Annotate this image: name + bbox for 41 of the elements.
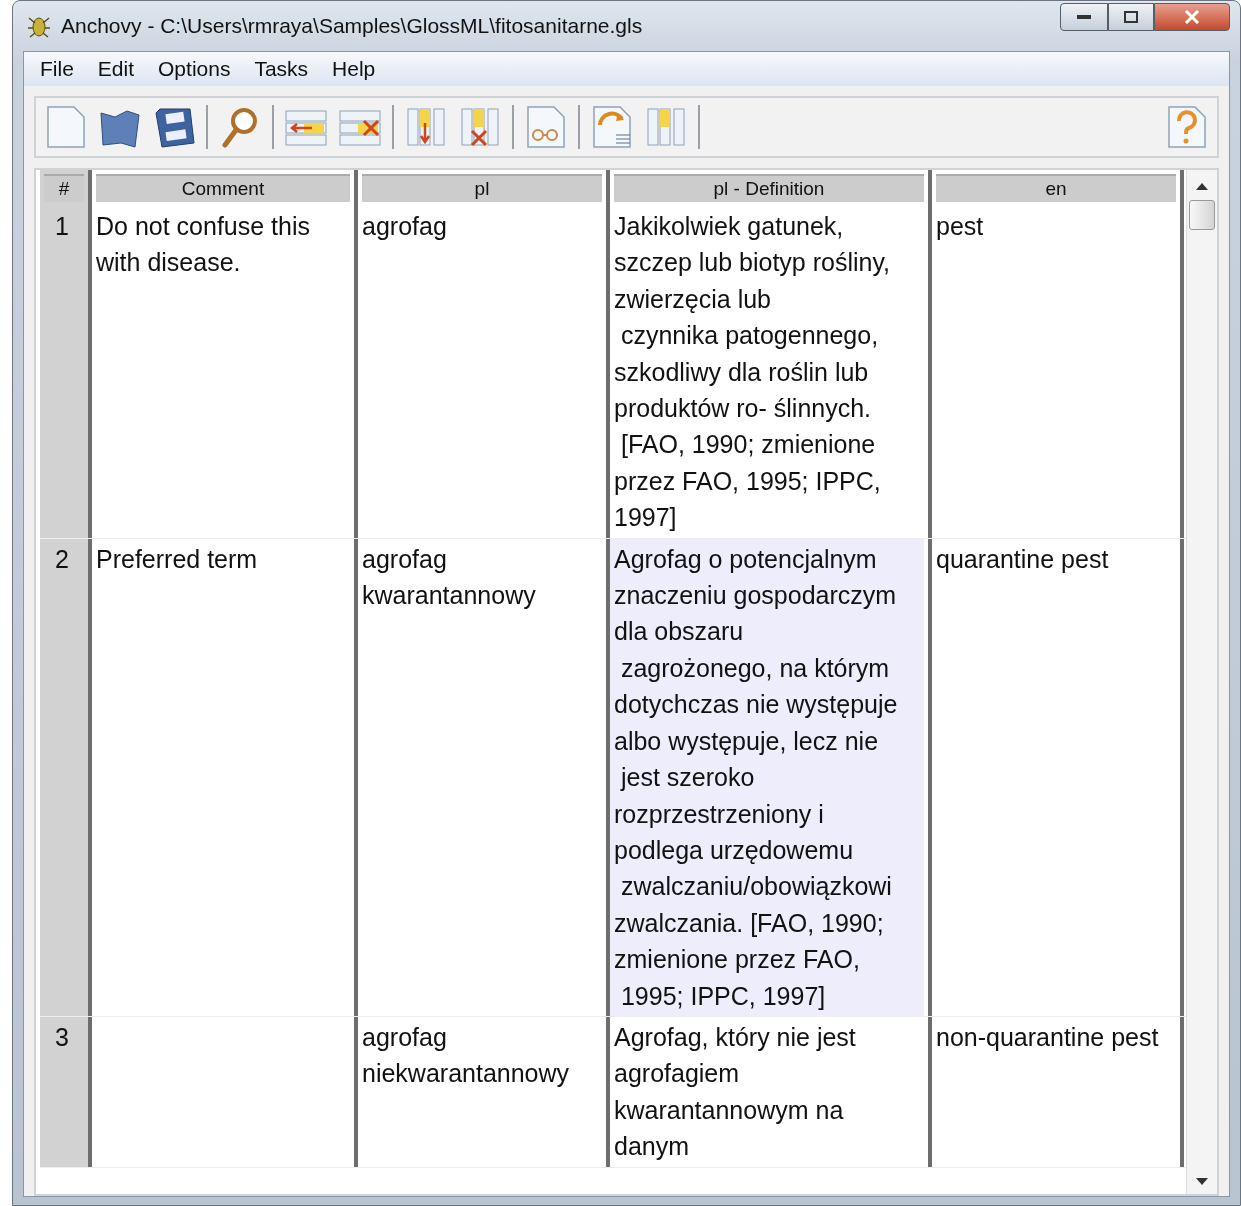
column-header[interactable]: pl - Definition [614, 174, 924, 202]
maximize-icon [1124, 11, 1138, 23]
table-cell-text: Do not confuse this with disease. [95, 211, 311, 279]
table-cell-text: Agrofag, który nie jest agrofagiem kwarantannowym na danym [613, 1021, 857, 1163]
close-icon [1184, 10, 1200, 24]
column-header[interactable]: # [44, 174, 84, 202]
scroll-down-icon [1196, 1178, 1208, 1186]
scrollbar[interactable] [1186, 170, 1217, 1194]
scroll-up-icon [1196, 182, 1208, 190]
row-number: 2 [54, 543, 70, 575]
row-number: 3 [54, 1021, 70, 1053]
table-cell-text: non-quarantine pest [935, 1021, 1160, 1053]
column-header[interactable]: Comment [96, 174, 350, 202]
table-cell-text: quarantine pest [935, 543, 1110, 575]
minimize-icon [1077, 15, 1091, 19]
table-cell-text: agrofag [361, 211, 448, 242]
table-cell-text: agrofag kwarantannowy [361, 543, 537, 612]
document-refresh-icon [590, 105, 634, 149]
minimize-button[interactable] [1060, 3, 1108, 31]
maximize-button[interactable] [1108, 3, 1154, 31]
table-column-delete-icon [458, 105, 502, 149]
document-icon [44, 105, 88, 149]
column-header[interactable]: pl [362, 174, 602, 202]
close-button[interactable] [1154, 3, 1230, 31]
menu-item[interactable]: Tasks [242, 57, 321, 81]
menu-item[interactable]: Edit [85, 57, 147, 81]
menu-item[interactable]: Help [320, 57, 388, 81]
scroll-thumb[interactable] [1189, 200, 1215, 230]
table-cell-text: Preferred term [95, 543, 259, 575]
row-number: 1 [54, 211, 70, 242]
window-title: Anchovy - C:\Users\rmraya\Samples\GlossML\fitosanitarne.gls [61, 14, 644, 38]
table-column-arrow-icon [404, 105, 448, 149]
table-cell-text: Jakikolwiek gatunek, szczep lub biotyp rośliny, zwierzęcia lub czynnika patogennego, szkodliwy dla roślin lub produktów ro- ślinnych. [FAO, 1990; zmienione przez FAO, 1995; IPPC, 1997] [613, 211, 892, 534]
menu-item[interactable]: File [28, 57, 86, 81]
help-icon [1165, 105, 1209, 149]
table-cell-text: pest [935, 211, 985, 242]
table-cell-text: agrofag niekwarantannowy [361, 1021, 571, 1090]
column-header[interactable]: en [936, 174, 1176, 202]
glasses-document-icon [524, 105, 568, 149]
menu-item[interactable]: Options [146, 57, 243, 81]
table-cell: Agrofag o potencjalnym znaczeniu gospodarczym dla obszaru zagrożonego, na którym dotychczas nie występuje albo występuje, lecz nie jest szeroko rozprzestrzeniony i podlega urzędowemu zwalczaniu/obowiązkowi zwalczania. [FAO, 1990; zmienione przez FAO, 1995; IPPC, 1997] [610, 538, 924, 1016]
